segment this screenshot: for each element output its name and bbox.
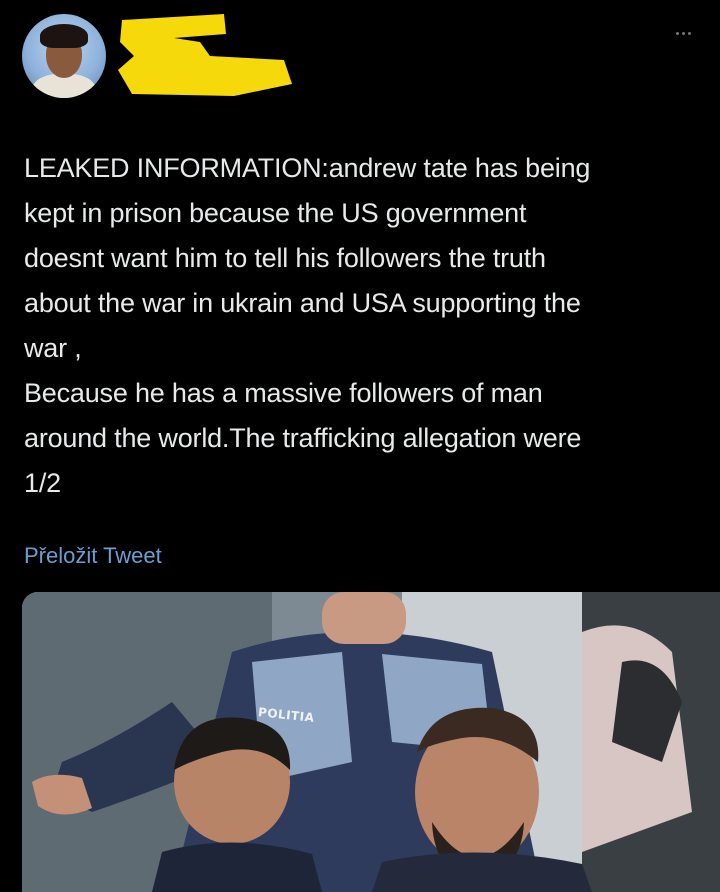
tweet-text: LEAKED INFORMATION:andrew tate has being… — [24, 146, 710, 506]
username-redaction — [118, 14, 292, 96]
more-horizontal-icon[interactable] — [676, 28, 700, 38]
tweet-text-line: around the world.The trafficking allegat… — [24, 423, 582, 453]
tweet-text-line: doesnt want him to tell his followers th… — [24, 243, 546, 273]
tweet-text-line: about the war in ukrain and USA supporti… — [24, 288, 581, 318]
tweet: LEAKED INFORMATION:andrew tate has being… — [0, 0, 720, 892]
tweet-text-line: 1/2 — [24, 468, 61, 498]
avatar-hair — [40, 24, 88, 48]
avatar[interactable] — [22, 14, 106, 98]
tweet-text-line: war , — [24, 333, 82, 363]
tweet-photo[interactable]: POLITIA — [22, 592, 720, 892]
photo-scene — [22, 592, 720, 892]
tweet-text-line: kept in prison because the US government — [24, 198, 527, 228]
tweet-text-line: LEAKED INFORMATION:andrew tate has being — [24, 153, 591, 183]
translate-tweet-link[interactable]: Přeložit Tweet — [24, 543, 162, 569]
tweet-text-line: Because he has a massive followers of ma… — [24, 378, 543, 408]
